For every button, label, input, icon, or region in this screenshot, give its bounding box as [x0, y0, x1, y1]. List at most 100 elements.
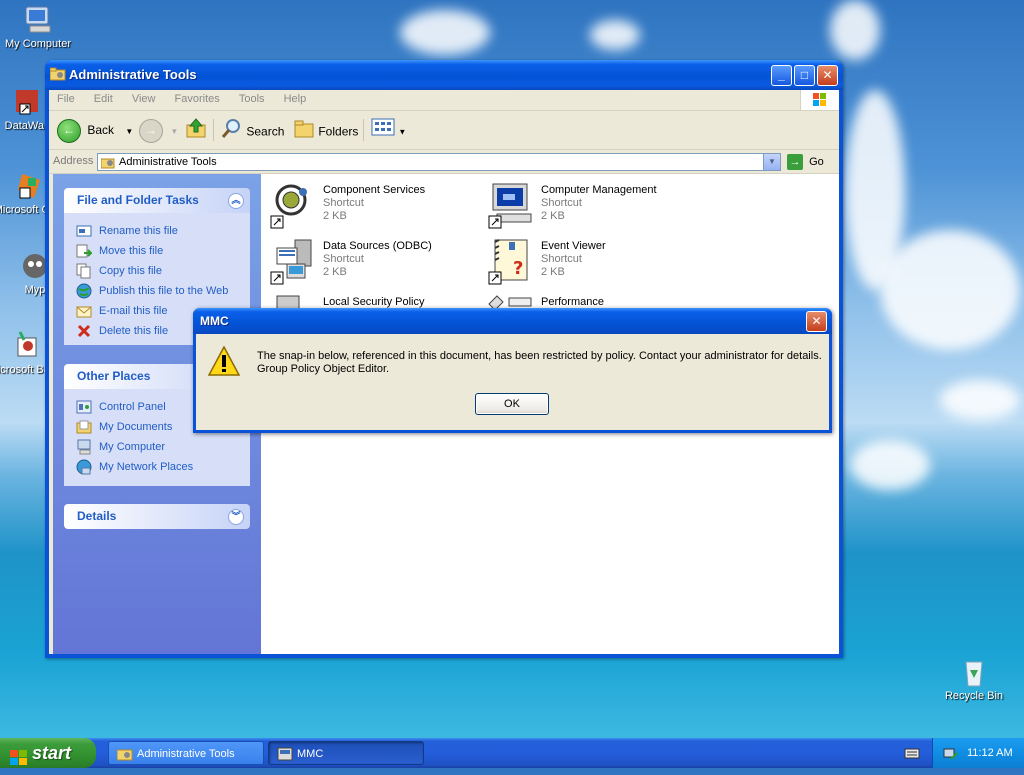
taskbar: start Administrative Tools MMC 11:12 AM	[0, 738, 1024, 768]
address-dropdown-button[interactable]: ▼	[763, 154, 780, 170]
toolbar-separator	[213, 119, 214, 141]
up-folder-button[interactable]	[185, 117, 207, 143]
globe-icon	[76, 283, 92, 299]
go-arrow-icon: →	[787, 154, 803, 171]
collapse-chevron-icon[interactable]: ︽	[228, 193, 244, 209]
mmc-dialog: MMC ✕ The snap-in below, referenced in t…	[193, 308, 832, 433]
task-publish[interactable]: Publish this file to the Web	[76, 281, 250, 301]
clock[interactable]: 11:12 AM	[967, 738, 1013, 768]
data-sources-icon	[269, 238, 317, 286]
file-item-event-viewer[interactable]: ? Event Viewer Shortcut 2 KB	[487, 238, 697, 290]
visual-basic-icon	[10, 330, 42, 362]
recycle-bin-icon	[958, 656, 990, 688]
dropdown-arrow-icon: ▼	[398, 127, 407, 137]
mmc-icon	[277, 746, 293, 771]
file-item-computer-management[interactable]: Computer Management Shortcut 2 KB	[487, 182, 697, 234]
task-rename[interactable]: Rename this file	[76, 221, 250, 241]
windows-logo-icon	[800, 90, 839, 110]
warning-icon	[207, 345, 241, 379]
forward-arrow-icon: →	[139, 118, 163, 143]
dialog-message: The snap-in below, referenced in this do…	[257, 350, 822, 375]
component-services-icon	[269, 182, 317, 230]
dialog-close-button[interactable]: ✕	[806, 311, 827, 332]
dialog-title: MMC	[200, 314, 229, 328]
toolbar-separator	[363, 119, 364, 141]
email-icon	[76, 303, 92, 319]
svg-text:?: ?	[513, 258, 523, 279]
search-button[interactable]: Search	[221, 117, 284, 143]
computer-management-icon	[487, 182, 535, 230]
admin-tools-icon	[100, 155, 115, 172]
shortcut-icon	[10, 86, 42, 118]
task-move[interactable]: Move this file	[76, 241, 250, 261]
dialog-titlebar[interactable]: MMC ✕	[193, 308, 832, 334]
close-icon: ✕	[811, 314, 822, 328]
ok-button[interactable]: OK	[475, 393, 549, 415]
cloud-decoration	[940, 380, 1020, 420]
menu-view[interactable]: View	[124, 90, 164, 105]
file-item-data-sources[interactable]: Data Sources (ODBC) Shortcut 2 KB	[269, 238, 479, 290]
back-button[interactable]: ← Back ▼	[57, 117, 133, 143]
menu-edit[interactable]: Edit	[86, 90, 121, 105]
window-titlebar[interactable]: Administrative Tools _ □ ✕	[45, 60, 843, 90]
folder-icon	[49, 67, 66, 81]
folders-icon	[293, 117, 315, 148]
keyboard-icon[interactable]	[904, 746, 920, 763]
place-my-network[interactable]: My Network Places	[76, 457, 250, 477]
minimize-button[interactable]: _	[771, 65, 792, 86]
network-tray-icon[interactable]	[943, 745, 959, 775]
file-item-component-services[interactable]: Component Services Shortcut 2 KB	[269, 182, 479, 234]
details-header[interactable]: Details ︾	[64, 504, 250, 529]
cloud-decoration	[830, 0, 880, 60]
expand-chevron-icon[interactable]: ︾	[228, 509, 244, 525]
network-icon	[76, 459, 92, 475]
cloud-decoration	[850, 440, 930, 490]
system-tray: 11:12 AM	[932, 738, 1024, 768]
menu-tools[interactable]: Tools	[231, 90, 273, 105]
start-button[interactable]: start	[0, 738, 96, 768]
menu-favorites[interactable]: Favorites	[167, 90, 228, 105]
close-icon: ✕	[822, 68, 833, 82]
control-panel-icon	[76, 399, 92, 415]
desktop-icon-my-computer[interactable]: My Computer	[0, 4, 78, 50]
delete-icon	[76, 323, 92, 339]
close-button[interactable]: ✕	[817, 65, 838, 86]
menu-file[interactable]: File	[49, 90, 83, 105]
search-icon	[221, 117, 243, 148]
address-label: Address	[53, 155, 94, 167]
cloud-decoration	[400, 10, 490, 55]
documents-folder-icon	[76, 419, 92, 435]
computer-icon	[76, 439, 92, 455]
rename-icon	[76, 223, 92, 239]
address-input[interactable]: Administrative Tools ▼	[97, 153, 781, 171]
minimize-icon: _	[778, 68, 785, 82]
cloud-decoration	[590, 20, 640, 50]
maximize-button[interactable]: □	[794, 65, 815, 86]
dialog-body: The snap-in below, referenced in this do…	[196, 334, 829, 430]
folders-button[interactable]: Folders	[293, 117, 358, 143]
cloud-decoration	[880, 230, 1020, 350]
taskbar-item-admin-tools[interactable]: Administrative Tools	[108, 741, 264, 765]
menu-help[interactable]: Help	[276, 90, 315, 105]
up-folder-icon	[185, 117, 207, 148]
desktop-icon-recycle-bin[interactable]: Recycle Bin	[934, 656, 1014, 702]
visual-cpp-icon	[12, 170, 44, 202]
taskbar-item-mmc[interactable]: MMC	[268, 741, 424, 765]
go-button[interactable]: → Go	[787, 153, 824, 171]
task-copy[interactable]: Copy this file	[76, 261, 250, 281]
address-bar: Address Administrative Tools ▼ → Go	[49, 151, 839, 174]
views-button[interactable]: ▼	[371, 117, 406, 143]
maximize-icon: □	[800, 68, 809, 82]
dropdown-arrow-icon[interactable]: ▼	[125, 127, 133, 136]
forward-button[interactable]: → ▼	[139, 117, 178, 143]
dropdown-arrow-icon[interactable]: ▼	[170, 127, 178, 136]
file-tasks-header[interactable]: File and Folder Tasks ︽	[64, 188, 250, 213]
computer-icon	[22, 4, 54, 36]
admin-tools-icon	[116, 746, 133, 771]
toolbar: ← Back ▼ → ▼ Search Folders ▼	[49, 111, 839, 150]
menu-bar: File Edit View Favorites Tools Help	[49, 90, 839, 111]
window-title: Administrative Tools	[69, 67, 197, 82]
place-my-computer[interactable]: My Computer	[76, 437, 250, 457]
windows-flag-icon	[10, 745, 28, 775]
back-arrow-icon: ←	[57, 118, 81, 143]
